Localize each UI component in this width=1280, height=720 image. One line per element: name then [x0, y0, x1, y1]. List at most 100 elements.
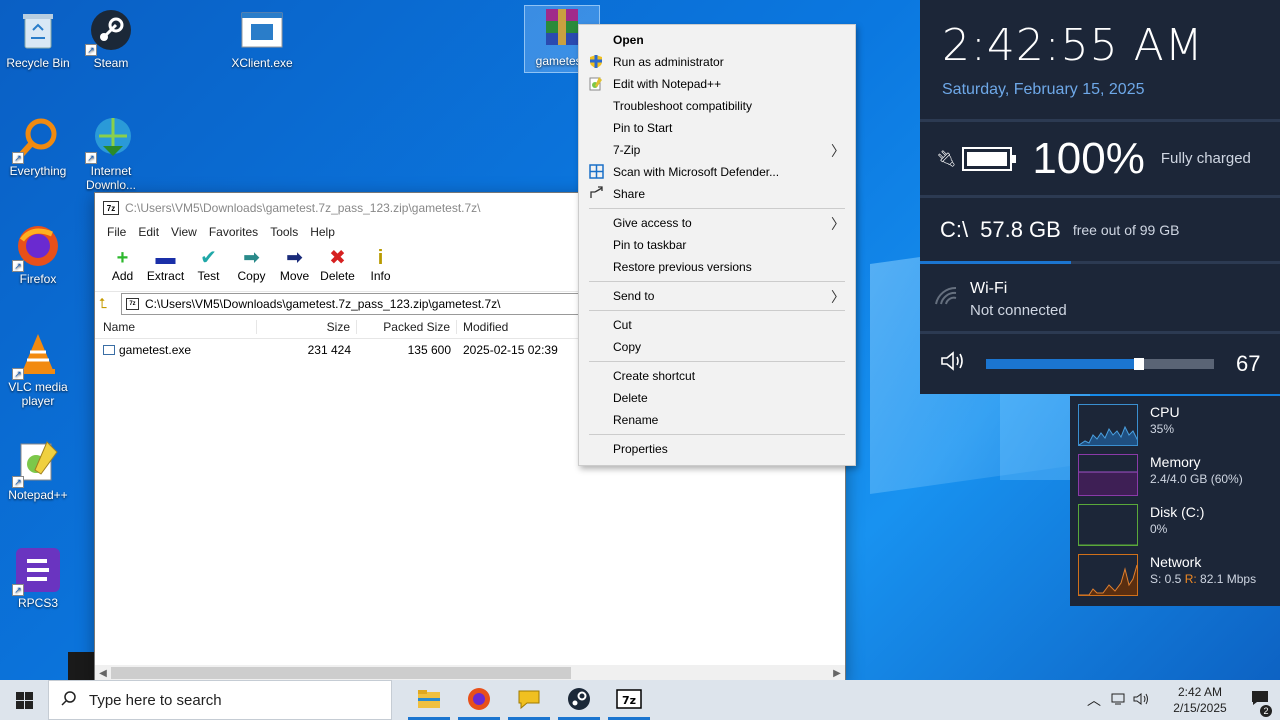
battery-percent: 100% — [1032, 133, 1145, 183]
scroll-left-arrow-icon[interactable]: ◀ — [95, 668, 111, 679]
vlc-icon: ↗ — [12, 332, 60, 380]
shortcut-arrow-icon: ↗ — [12, 476, 24, 488]
desktop-icon-internet-download-manager[interactable]: ↗ Internet Downlo... — [73, 116, 149, 192]
ctx-properties[interactable]: Properties — [579, 438, 855, 460]
taskbar-7zip[interactable]: 7z — [604, 680, 654, 720]
start-button[interactable] — [0, 680, 48, 720]
resource-row-memory: Memory 2.4/4.0 GB (60%) — [1078, 454, 1280, 504]
ctx-pin-to-taskbar[interactable]: Pin to taskbar — [579, 234, 855, 256]
column-packed-size[interactable]: Packed Size — [357, 319, 457, 334]
exe-file-icon — [103, 345, 115, 355]
notepadpp-icon — [588, 76, 604, 92]
copy-arrow-icon: ➡ — [243, 247, 260, 269]
taskbar-firefox[interactable] — [454, 680, 504, 720]
move-button[interactable]: ➡ Move — [273, 243, 316, 291]
menu-tools[interactable]: Tools — [264, 223, 304, 243]
recycle-bin-icon — [16, 8, 60, 52]
ctx-pin-to-start[interactable]: Pin to Start — [579, 117, 855, 139]
column-modified[interactable]: Modified — [457, 320, 577, 334]
windows-logo-icon — [15, 691, 33, 709]
taskbar-steam[interactable] — [554, 680, 604, 720]
info-button[interactable]: i Info — [359, 243, 402, 291]
chevron-up-icon[interactable]: ︿ — [1082, 690, 1106, 710]
desktop-icon-recycle-bin[interactable]: Recycle Bin — [0, 8, 76, 70]
taskbar-apps: 7z — [404, 680, 654, 720]
taskbar: Type here to search 7z ︿ 2:42 AM 2/15/20… — [0, 680, 1280, 720]
network-disconnected-icon[interactable] — [1106, 692, 1130, 709]
ctx-scan-with-defender[interactable]: Scan with Microsoft Defender... — [579, 161, 855, 183]
ctx-delete[interactable]: Delete — [579, 387, 855, 409]
menu-separator — [589, 281, 845, 282]
system-info-widget: 2:42:55 AM Saturday, February 15, 2025 🔌… — [920, 0, 1280, 394]
ctx-share[interactable]: Share — [579, 183, 855, 205]
folder-up-icon[interactable]: ⮤ — [99, 295, 121, 312]
exe-icon — [240, 8, 284, 52]
wifi-section: Wi-Fi Not connected — [920, 264, 1280, 334]
desktop-icon-firefox[interactable]: ↗ Firefox — [0, 224, 76, 286]
notification-center-button[interactable]: 2 — [1240, 690, 1280, 717]
desktop-icon-notepadpp[interactable]: ↗ Notepad++ — [0, 440, 76, 502]
desktop-icon-xclient[interactable]: XClient.exe — [224, 8, 300, 70]
ctx-copy[interactable]: Copy — [579, 336, 855, 358]
disk-graph — [1078, 504, 1138, 546]
taskbar-clock[interactable]: 2:42 AM 2/15/2025 — [1160, 684, 1240, 716]
desktop-icon-rpcs3[interactable]: ↗ RPCS3 — [0, 548, 76, 610]
steam-icon: ↗ — [85, 8, 133, 56]
clock-section: 2:42:55 AM Saturday, February 15, 2025 — [920, 0, 1280, 122]
menu-help[interactable]: Help — [304, 223, 341, 243]
horizontal-scrollbar[interactable]: ◀ ▶ — [95, 665, 845, 681]
clock-time: 2:42:55 AM — [942, 20, 1204, 71]
ctx-rename[interactable]: Rename — [579, 409, 855, 431]
file-explorer-icon — [417, 689, 441, 712]
delete-x-icon: ✖ — [329, 247, 346, 269]
taskbar-chat-app[interactable] — [504, 680, 554, 720]
scroll-right-arrow-icon[interactable]: ▶ — [829, 668, 845, 679]
ctx-create-shortcut[interactable]: Create shortcut — [579, 365, 855, 387]
ctx-run-as-administrator[interactable]: Run as administrator — [579, 51, 855, 73]
system-tray: ︿ 2:42 AM 2/15/2025 2 — [1082, 680, 1280, 720]
copy-button[interactable]: ➡ Copy — [230, 243, 273, 291]
ctx-open[interactable]: Open — [579, 29, 855, 51]
test-button[interactable]: ✔ Test — [187, 243, 230, 291]
resource-row-network: Network S: 0.5 R: 82.1 Mbps — [1078, 554, 1280, 604]
ctx-send-to[interactable]: Send to 〉 — [579, 285, 855, 307]
volume-icon[interactable] — [1130, 692, 1154, 709]
taskbar-file-explorer[interactable] — [404, 680, 454, 720]
wifi-icon — [934, 286, 958, 311]
menu-view[interactable]: View — [165, 223, 203, 243]
ctx-cut[interactable]: Cut — [579, 314, 855, 336]
menu-favorites[interactable]: Favorites — [203, 223, 264, 243]
menu-separator — [589, 361, 845, 362]
add-button[interactable]: + Add — [101, 243, 144, 291]
column-size[interactable]: Size — [257, 319, 357, 334]
extract-button[interactable]: ▬ Extract — [144, 243, 187, 291]
desktop-icon-vlc[interactable]: ↗ VLC media player — [0, 332, 76, 408]
battery-section: 🔌︎ 100% Fully charged — [920, 122, 1280, 198]
ctx-troubleshoot-compatibility[interactable]: Troubleshoot compatibility — [579, 95, 855, 117]
volume-knob[interactable] — [1133, 358, 1144, 370]
delete-button[interactable]: ✖ Delete — [316, 243, 359, 291]
column-name[interactable]: Name — [95, 319, 257, 334]
ctx-7zip[interactable]: 7-Zip 〉 — [579, 139, 855, 161]
scroll-thumb[interactable] — [111, 667, 571, 679]
defender-icon — [588, 164, 604, 180]
speaker-icon[interactable] — [940, 350, 966, 378]
shortcut-arrow-icon: ↗ — [12, 584, 24, 596]
test-icon: ✔ — [200, 247, 217, 269]
window-title: C:\Users\VM5\Downloads\gametest.7z_pass_… — [125, 201, 481, 215]
ctx-edit-with-notepadpp[interactable]: Edit with Notepad++ — [579, 73, 855, 95]
firefox-icon: ↗ — [12, 224, 60, 272]
volume-value: 67 — [1236, 351, 1261, 376]
desktop-icon-steam[interactable]: ↗ Steam — [73, 8, 149, 70]
menu-edit[interactable]: Edit — [132, 223, 165, 243]
disk-capacity-text: free out of 99 GB — [1072, 221, 1180, 238]
ctx-restore-previous-versions[interactable]: Restore previous versions — [579, 256, 855, 278]
volume-slider[interactable] — [986, 358, 1214, 370]
firefox-icon — [467, 687, 491, 714]
menu-file[interactable]: File — [101, 223, 132, 243]
background-window-edge — [68, 652, 94, 682]
power-plug-icon: 🔌︎ — [936, 150, 957, 168]
taskbar-search-box[interactable]: Type here to search — [48, 680, 392, 720]
desktop-icon-everything[interactable]: ↗ Everything — [0, 116, 76, 178]
ctx-give-access-to[interactable]: Give access to 〉 — [579, 212, 855, 234]
